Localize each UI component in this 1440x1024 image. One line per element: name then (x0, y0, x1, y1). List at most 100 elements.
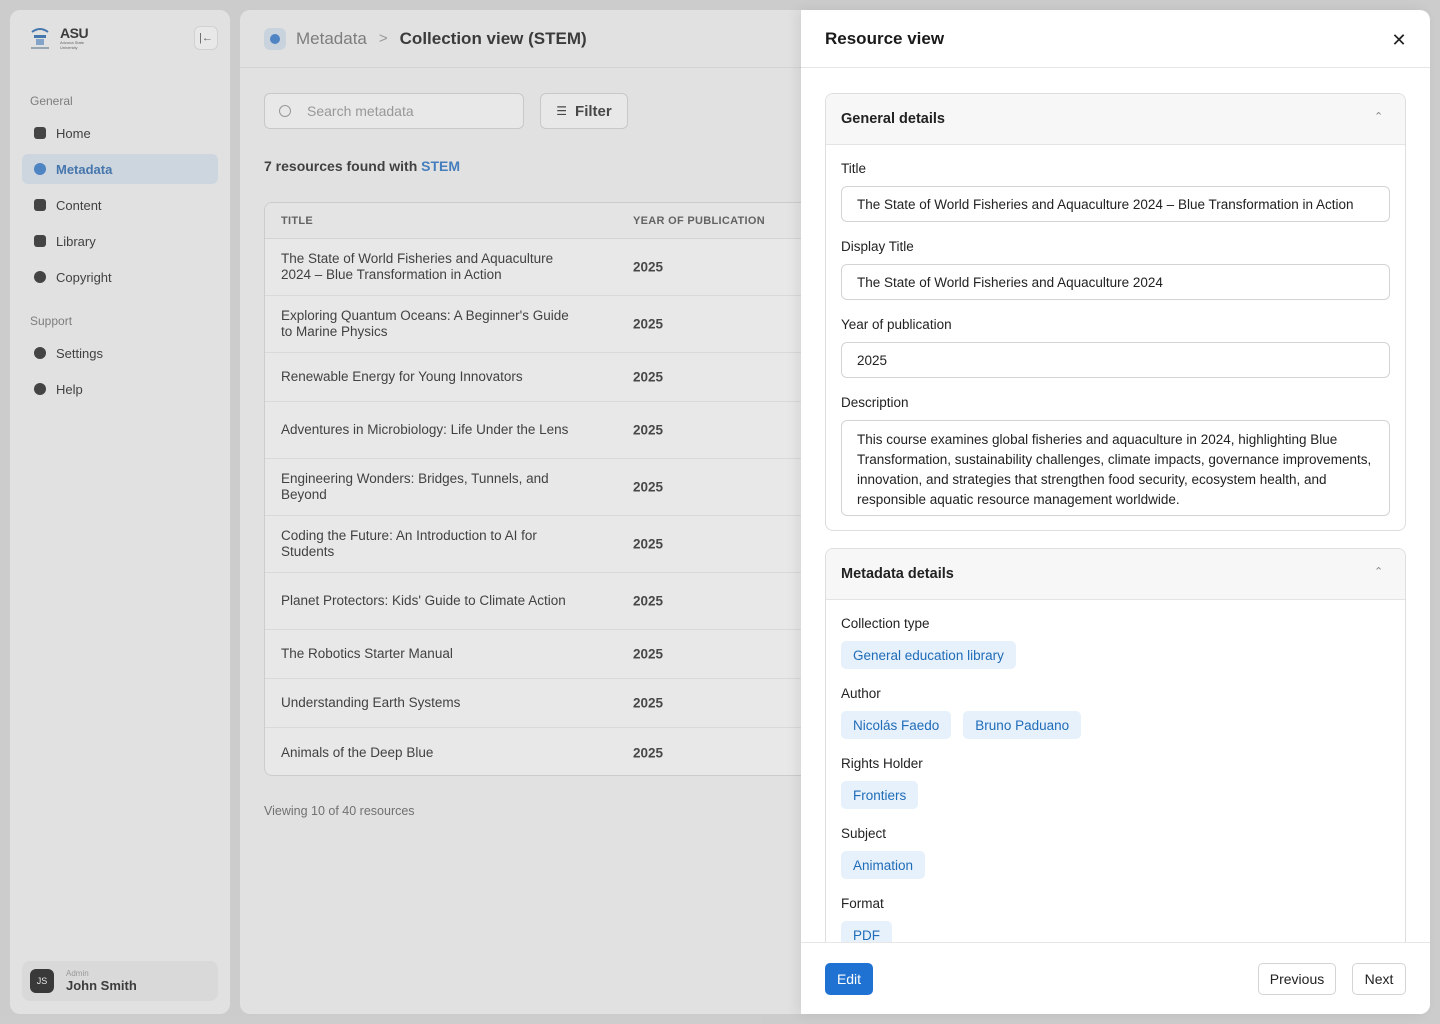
cell-year: 2025 (633, 479, 664, 495)
search-icon (279, 105, 291, 117)
asu-wordmark: ASU Arizona State University (60, 26, 96, 54)
table-row[interactable]: Understanding Earth Systems 2025 (265, 679, 810, 728)
table-row[interactable]: Renewable Energy for Young Innovators 20… (265, 353, 810, 402)
search-input[interactable]: Search metadata (264, 93, 524, 129)
brand-logo: ASU Arizona State University (28, 26, 218, 62)
collapse-sidebar-button[interactable]: |← (194, 26, 218, 50)
sidebar-item-home[interactable]: Home (22, 118, 218, 148)
cell-year: 2025 (633, 745, 664, 760)
rights-holder-label: Rights Holder (841, 756, 923, 771)
sidebar-item-help[interactable]: Help (22, 374, 218, 404)
edit-button[interactable]: Edit (825, 963, 873, 995)
table-row[interactable]: The Robotics Starter Manual 2025 (265, 630, 810, 679)
metadata-details-header[interactable]: Metadata details ⌃ (826, 549, 1405, 600)
sidebar-item-label: Settings (56, 345, 103, 361)
user-role: Admin (66, 969, 89, 978)
home-icon (34, 127, 46, 139)
cell-year: 2025 (633, 422, 664, 438)
drawer-body[interactable]: General details ⌃ Title The State of Wor… (801, 69, 1430, 942)
cell-title: Renewable Energy for Young Innovators (281, 369, 523, 384)
sidebar-item-label: Home (56, 125, 91, 141)
nav-section-general: General (30, 94, 73, 108)
filter-label: Filter (575, 102, 612, 120)
general-details-header[interactable]: General details ⌃ (826, 94, 1405, 145)
sidebar-item-label: Content (56, 197, 102, 213)
close-button[interactable]: ✕ (1387, 28, 1411, 52)
collection-type-label: Collection type (841, 616, 930, 631)
display-title-label: Display Title (841, 239, 914, 254)
title-field[interactable]: The State of World Fisheries and Aquacul… (841, 186, 1390, 222)
cell-title: Exploring Quantum Oceans: A Beginner's G… (281, 308, 569, 339)
cell-year: 2025 (633, 593, 664, 609)
cell-title: Animals of the Deep Blue (281, 744, 434, 760)
close-icon: ✕ (1391, 29, 1407, 50)
results-tag[interactable]: STEM (421, 158, 460, 174)
sidebar-item-library[interactable]: Library (22, 226, 218, 256)
metadata-details-card: Metadata details ⌃ Collection type Gener… (825, 548, 1406, 942)
general-details-card: General details ⌃ Title The State of Wor… (825, 93, 1406, 531)
drawer-title: Resource view (825, 28, 945, 48)
cell-title: The Robotics Starter Manual (281, 646, 453, 661)
title-label: Title (841, 161, 867, 176)
filter-button[interactable]: ☰ Filter (540, 93, 628, 129)
chevron-up-icon[interactable]: ⌃ (1374, 565, 1383, 578)
cell-year: 2025 (633, 536, 664, 552)
user-card[interactable]: JS Admin John Smith (22, 961, 218, 1001)
column-header-title[interactable]: TITLE (281, 215, 313, 227)
cell-year: 2025 (633, 695, 664, 711)
description-field[interactable]: This course examines global fisheries an… (841, 420, 1390, 516)
cell-title: Adventures in Microbiology: Life Under t… (281, 422, 569, 437)
subject-label: Subject (841, 826, 887, 841)
rights-holder-chip[interactable]: Frontiers (841, 781, 919, 809)
format-chips: PDF (841, 921, 892, 942)
format-chip[interactable]: PDF (841, 921, 892, 942)
rights-holder-chips: Frontiers (841, 781, 919, 809)
author-chip[interactable]: Bruno Paduano (963, 711, 1082, 739)
display-title-field[interactable]: The State of World Fisheries and Aquacul… (841, 264, 1390, 300)
collection-type-chip[interactable]: General education library (841, 641, 1016, 669)
table-row[interactable]: Animals of the Deep Blue 2025 (265, 728, 810, 775)
sidebar-item-label: Copyright (56, 269, 112, 285)
year-field[interactable]: 2025 (841, 342, 1390, 378)
table-row[interactable]: Planet Protectors: Kids' Guide to Climat… (265, 573, 810, 630)
breadcrumb: Metadata > Collection view (STEM) (240, 10, 810, 68)
chevron-right-icon: > (378, 30, 388, 47)
sidebar-item-metadata[interactable]: Metadata (22, 154, 218, 184)
gear-icon (34, 347, 46, 359)
section-title: General details (841, 111, 945, 127)
table-row[interactable]: Exploring Quantum Oceans: A Beginner's G… (265, 296, 810, 353)
avatar: JS (30, 969, 54, 993)
sidebar: ASU Arizona State University |← General … (10, 10, 230, 1014)
cell-title: Coding the Future: An Introduction to AI… (281, 528, 537, 559)
results-count: 7 resources found with STEM (264, 158, 460, 174)
collection-type-chips: General education library (841, 641, 1016, 669)
sidebar-item-label: Metadata (56, 161, 113, 177)
subject-chip[interactable]: Animation (841, 851, 926, 879)
sidebar-item-copyright[interactable]: Copyright (22, 262, 218, 292)
resource-drawer: Resource view ✕ General details ⌃ Title … (801, 10, 1430, 1014)
next-button[interactable]: Next (1352, 963, 1406, 995)
results-prefix: 7 resources found with (264, 158, 418, 174)
table-row[interactable]: Engineering Wonders: Bridges, Tunnels, a… (265, 459, 810, 516)
table-row[interactable]: Adventures in Microbiology: Life Under t… (265, 402, 810, 459)
author-chip[interactable]: Nicolás Faedo (841, 711, 952, 739)
sidebar-item-label: Library (56, 233, 96, 249)
description-label: Description (841, 395, 909, 410)
breadcrumb-root[interactable]: Metadata (296, 29, 367, 49)
table-row[interactable]: The State of World Fisheries and Aquacul… (265, 239, 810, 296)
column-header-year[interactable]: YEAR OF PUBLICATION (633, 215, 765, 227)
section-title: Metadata details (841, 566, 954, 582)
user-name: John Smith (66, 978, 137, 993)
sidebar-item-content[interactable]: Content (22, 190, 218, 220)
filter-icon: ☰ (556, 104, 568, 118)
table-header: TITLE YEAR OF PUBLICATION (265, 203, 810, 239)
chevron-up-icon[interactable]: ⌃ (1374, 110, 1383, 123)
previous-button[interactable]: Previous (1258, 963, 1336, 995)
cell-year: 2025 (633, 316, 664, 332)
sidebar-item-settings[interactable]: Settings (22, 338, 218, 368)
subject-chips: Animation (841, 851, 926, 879)
cell-year: 2025 (633, 369, 664, 385)
logo-subtext: Arizona State University (60, 40, 85, 50)
table-row[interactable]: Coding the Future: An Introduction to AI… (265, 516, 810, 573)
collapse-left-icon: |← (199, 32, 213, 44)
